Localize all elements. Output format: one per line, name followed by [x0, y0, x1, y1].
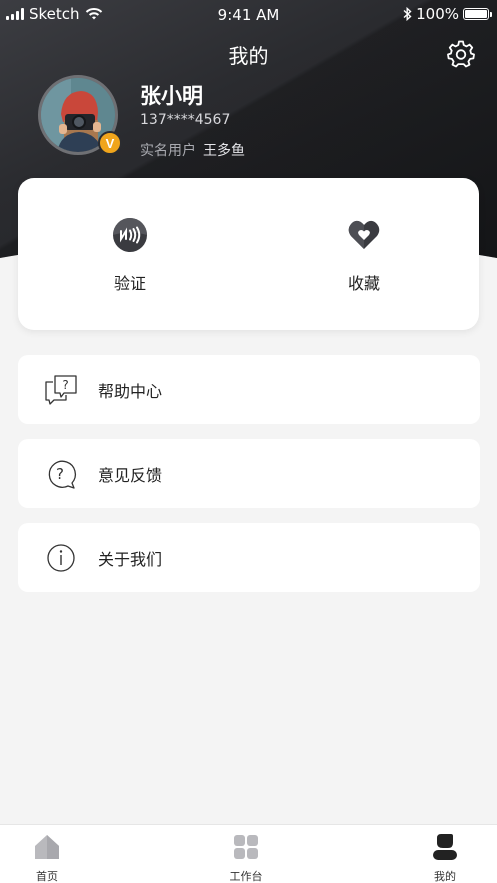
svg-text:?: ?: [62, 378, 68, 392]
status-right: 100%: [403, 5, 492, 23]
battery-percent: 100%: [416, 5, 459, 23]
screen: Sketch 9:41 AM 100% 我的 V 张小明 137****4567…: [0, 0, 497, 883]
user-name: 张小明: [140, 84, 203, 108]
verify-button[interactable]: 验证: [70, 218, 190, 294]
svg-text:?: ?: [56, 465, 64, 483]
bluetooth-icon: [403, 7, 412, 21]
menu-item-help-center[interactable]: ? 帮助中心: [18, 355, 480, 424]
user-phone: 137****4567: [140, 112, 231, 128]
heart-icon: [348, 220, 380, 249]
info-icon: [47, 543, 75, 572]
menu-item-label: 关于我们: [98, 549, 163, 569]
help-chat-icon: ?: [45, 374, 77, 405]
nfc-icon: [113, 218, 147, 252]
bottom-tab-bar: 首页 工作台 我的: [0, 824, 497, 883]
status-bar: Sketch 9:41 AM 100%: [0, 0, 497, 28]
menu-item-label: 帮助中心: [98, 381, 163, 401]
person-icon: [433, 834, 457, 860]
tab-label: 我的: [434, 870, 456, 883]
avatar-container[interactable]: V: [38, 75, 122, 155]
vip-badge: V: [98, 131, 122, 155]
menu-item-feedback[interactable]: ? 意见反馈: [18, 439, 480, 508]
tab-mine[interactable]: 我的: [405, 833, 485, 883]
tab-workbench[interactable]: 工作台: [206, 833, 286, 883]
favorites-label: 收藏: [347, 274, 380, 293]
home-icon: [35, 835, 59, 859]
tab-home[interactable]: 首页: [7, 833, 87, 883]
gear-icon[interactable]: [447, 40, 475, 68]
feedback-question-icon: ?: [48, 460, 76, 489]
grid-icon: [234, 835, 258, 859]
tab-label: 工作台: [229, 870, 263, 883]
quick-actions-card: 验证 收藏: [18, 178, 479, 330]
battery-icon: [463, 8, 492, 20]
menu-item-label: 意见反馈: [98, 465, 163, 485]
real-name-value: 王多鱼: [203, 143, 245, 159]
menu-item-about-us[interactable]: 关于我们: [18, 523, 480, 592]
favorites-button[interactable]: 收藏: [304, 218, 424, 294]
real-name-label: 实名用户: [140, 143, 196, 159]
tab-label: 首页: [36, 870, 58, 883]
verify-label: 验证: [113, 274, 146, 293]
page-title: 我的: [228, 44, 269, 68]
